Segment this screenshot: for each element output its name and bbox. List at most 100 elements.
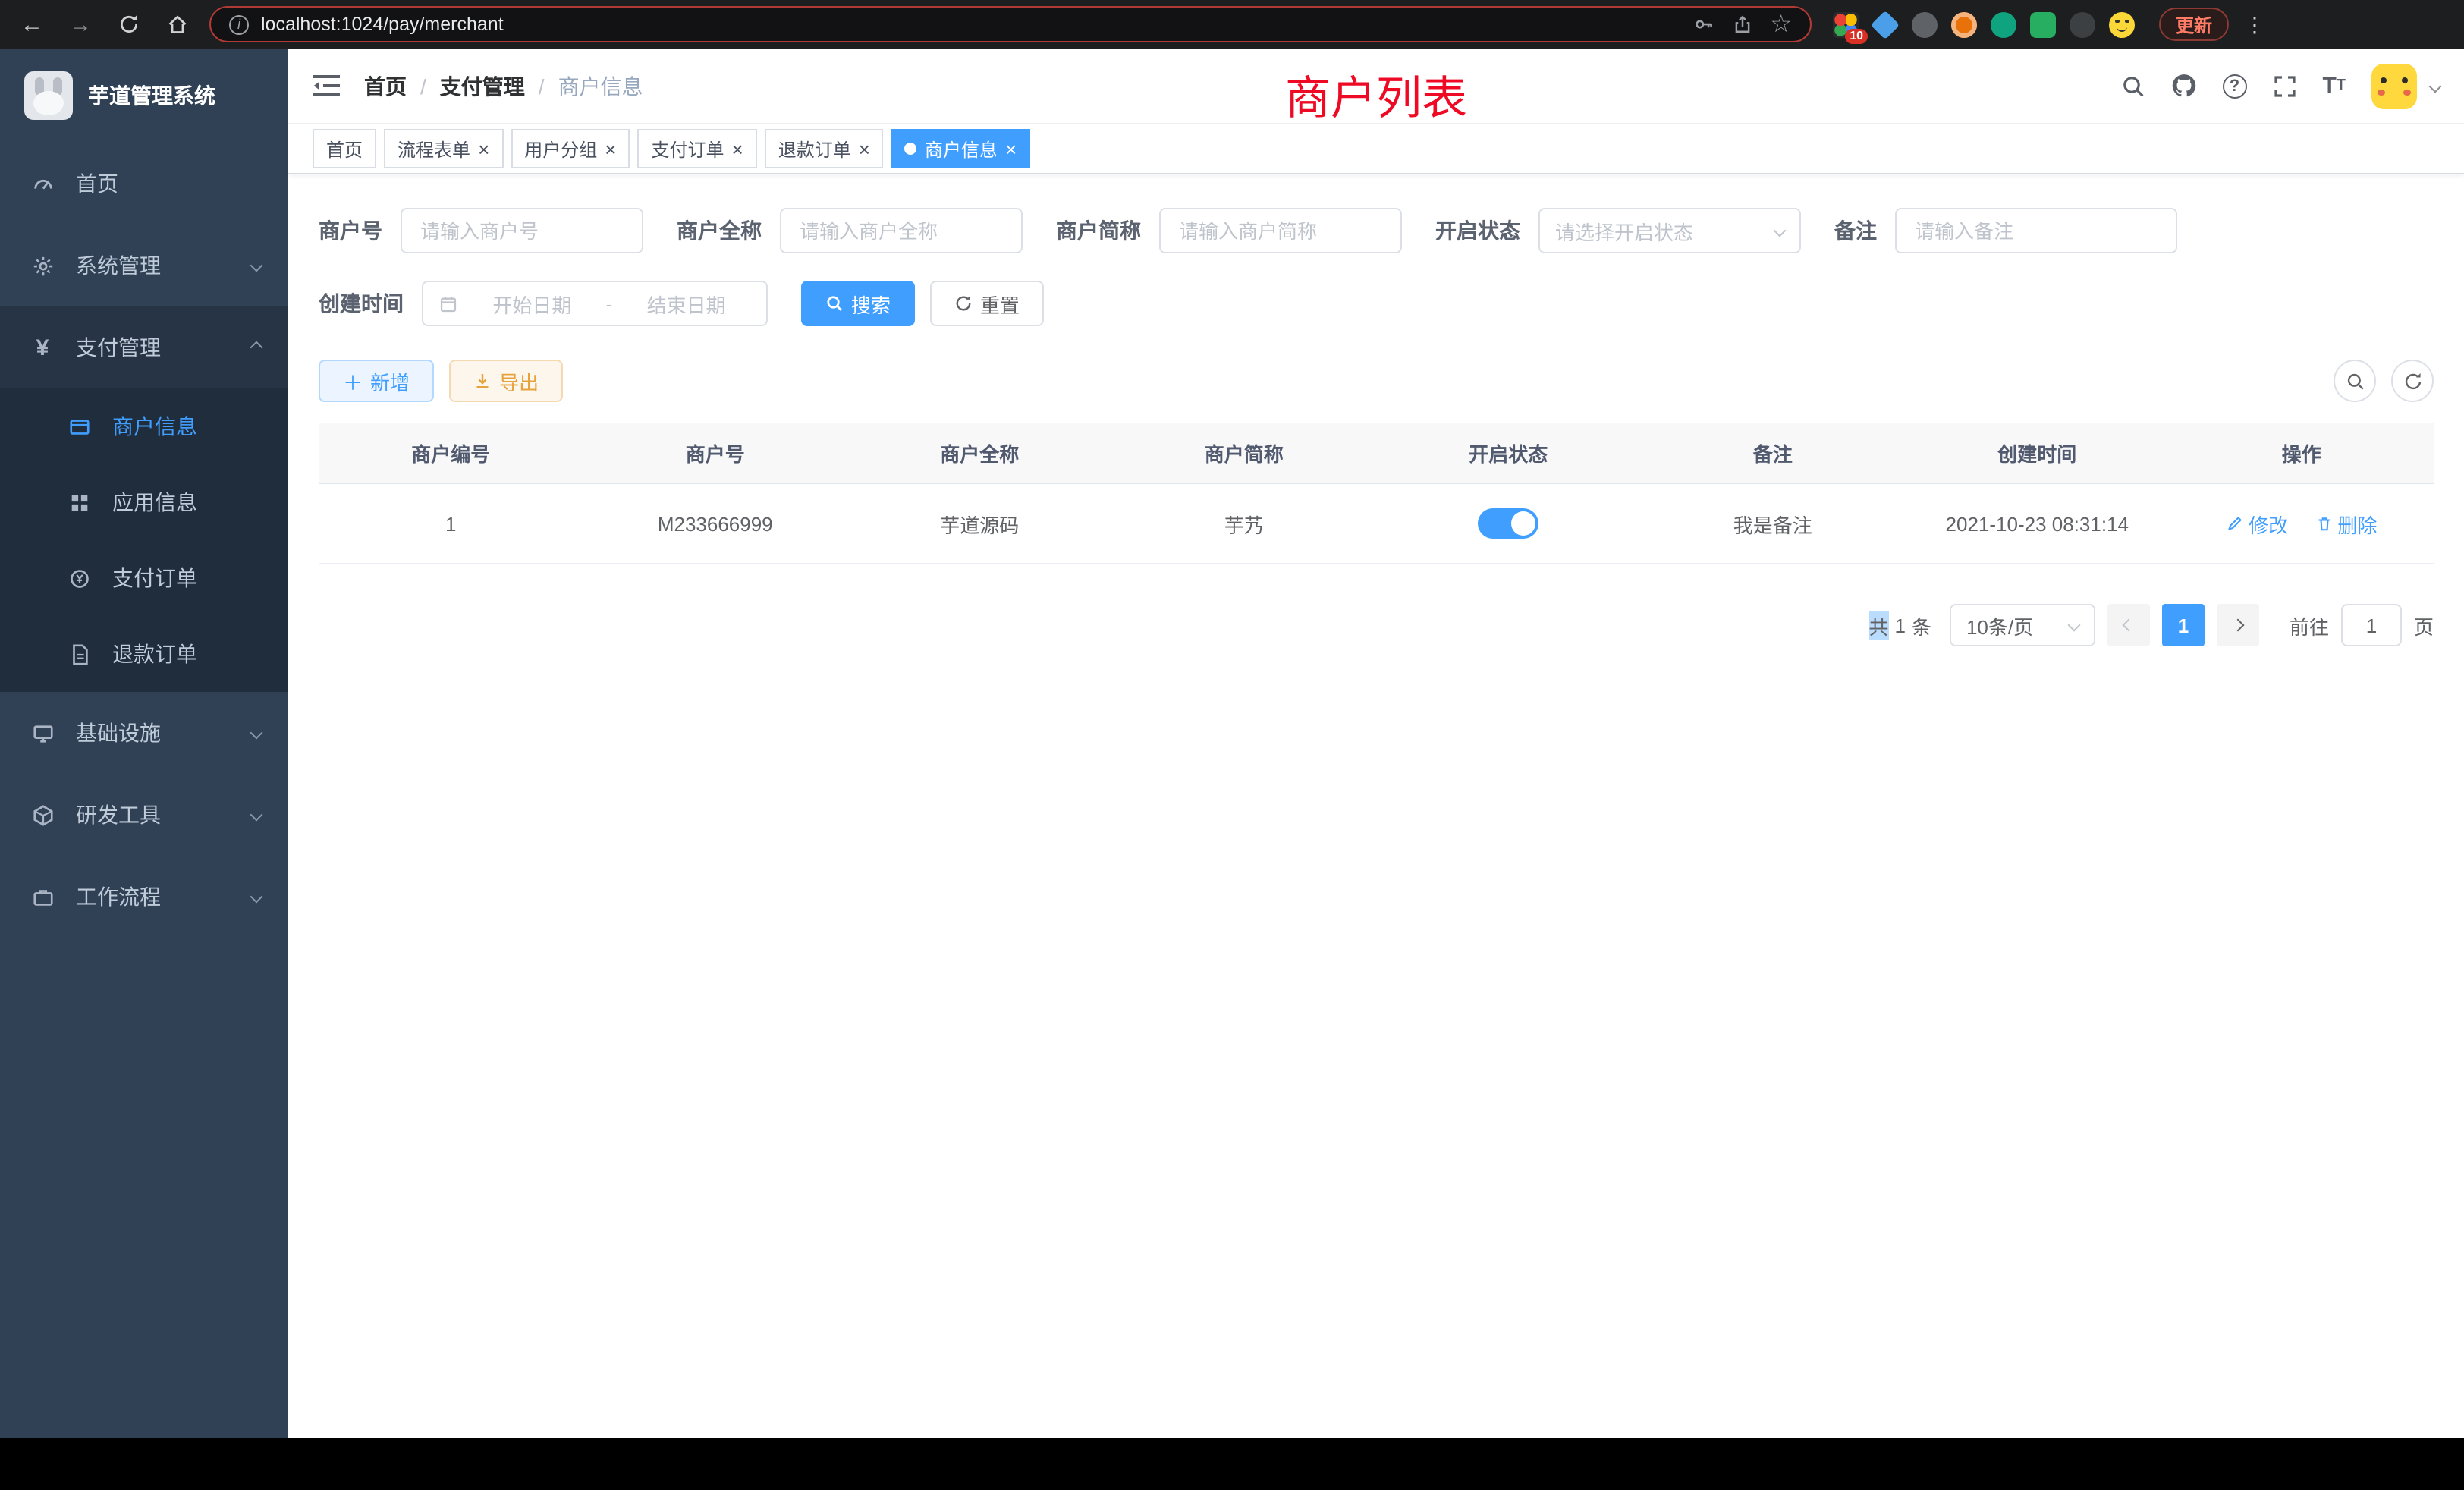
extension-knot-icon[interactable] [2070, 11, 2095, 37]
select-placeholder: 请选择开启状态 [1555, 216, 1693, 245]
breadcrumb-separator: / [539, 74, 545, 98]
password-key-icon[interactable] [1692, 14, 1714, 35]
prev-page-button[interactable] [2107, 604, 2150, 646]
top-navbar: 首页 / 支付管理 / 商户信息 ? [288, 49, 2464, 124]
font-size-icon[interactable]: TT [2322, 73, 2346, 99]
extension-smiley-icon[interactable] [2109, 11, 2135, 37]
sidebar-item-merchant-info[interactable]: 商户信息 [0, 388, 288, 464]
cell-merchant-no: M233666999 [583, 483, 848, 564]
tab-pay-order[interactable]: 支付订单 × [637, 129, 756, 168]
page-1-button[interactable]: 1 [2162, 604, 2205, 646]
chrome-update-button[interactable]: 更新 [2159, 8, 2229, 41]
breadcrumb-payment[interactable]: 支付管理 [440, 71, 525, 101]
back-icon[interactable]: ← [15, 8, 49, 41]
toggle-search-icon[interactable] [2334, 360, 2376, 402]
extension-green-icon[interactable] [1991, 11, 2016, 37]
goto-label: 前往 [2290, 611, 2329, 640]
refresh-icon[interactable] [2391, 360, 2434, 402]
search-button-label: 搜索 [851, 289, 891, 318]
forward-icon[interactable]: → [64, 8, 97, 41]
export-button[interactable]: 导出 [449, 360, 563, 402]
close-icon[interactable]: × [859, 139, 870, 159]
filter-row-2: 创建时间 开始日期 - 结束日期 搜索 [319, 281, 2434, 326]
document-icon [64, 643, 94, 665]
reset-button[interactable]: 重置 [930, 281, 1044, 326]
fullscreen-icon[interactable] [2272, 74, 2296, 98]
sidebar-toggle-icon[interactable] [313, 74, 340, 97]
col-header-full-name: 商户全称 [847, 423, 1112, 483]
sidebar-item-payment[interactable]: ¥ 支付管理 [0, 306, 288, 388]
search-icon[interactable] [2120, 74, 2145, 98]
search-button[interactable]: 搜索 [801, 281, 915, 326]
chevron-left-icon [2122, 619, 2135, 632]
tab-home[interactable]: 首页 [313, 129, 376, 168]
sidebar-item-label: 研发工具 [76, 800, 161, 830]
short-name-input[interactable] [1159, 208, 1402, 253]
bookmark-star-icon[interactable]: ☆ [1770, 9, 1792, 39]
filter-short-name: 商户简称 [1056, 208, 1402, 253]
browser-menu-icon[interactable]: ⋮ [2244, 11, 2265, 37]
address-bar[interactable]: i localhost:1024/pay/merchant ☆ [209, 6, 1812, 42]
sidebar-item-home[interactable]: 首页 [0, 143, 288, 225]
share-icon[interactable] [1732, 14, 1752, 35]
extension-green-square-icon[interactable] [2030, 11, 2056, 37]
next-page-button[interactable] [2217, 604, 2259, 646]
sidebar-item-infrastructure[interactable]: 基础设施 [0, 692, 288, 774]
sidebar-item-refund-order[interactable]: 退款订单 [0, 616, 288, 692]
close-icon[interactable]: × [605, 139, 616, 159]
edit-link-label: 修改 [2249, 509, 2288, 538]
status-select[interactable]: 请选择开启状态 [1538, 208, 1801, 253]
close-icon[interactable]: × [478, 139, 489, 159]
extension-orange-icon[interactable] [1951, 11, 1977, 37]
sidebar-item-label: 基础设施 [76, 718, 161, 748]
cell-create-time: 2021-10-23 08:31:14 [1905, 483, 2170, 564]
extension-diamond-icon[interactable] [1871, 10, 1900, 39]
app-logo[interactable]: 芋道管理系统 [0, 49, 288, 143]
close-icon[interactable]: × [1005, 139, 1017, 159]
page-size-select[interactable]: 10条/页 [1950, 604, 2095, 646]
status-toggle[interactable] [1478, 508, 1538, 539]
breadcrumb-home[interactable]: 首页 [364, 71, 407, 101]
main-area: 商户列表 首页 / 支付管理 / 商户信息 [288, 49, 2464, 1438]
calendar-icon [438, 294, 458, 313]
close-icon[interactable]: × [732, 139, 743, 159]
goto-page-input[interactable] [2341, 604, 2402, 646]
sidebar-item-system[interactable]: 系统管理 [0, 225, 288, 306]
user-avatar[interactable] [2371, 63, 2417, 108]
merchant-no-input[interactable] [401, 208, 643, 253]
date-range-picker[interactable]: 开始日期 - 结束日期 [422, 281, 768, 326]
extension-grid-icon[interactable]: 10 [1833, 11, 1859, 37]
filter-remark: 备注 [1834, 208, 2177, 253]
help-icon[interactable]: ? [2222, 74, 2246, 98]
tab-user-group[interactable]: 用户分组 × [511, 129, 630, 168]
tab-refund-order[interactable]: 退款订单 × [765, 129, 884, 168]
reload-icon[interactable] [112, 8, 146, 41]
coin-icon [64, 567, 94, 589]
page-content: 商户号 商户全称 商户简称 开启状态 请选择开启状态 [288, 174, 2464, 1438]
remark-input[interactable] [1895, 208, 2177, 253]
home-icon[interactable] [161, 8, 194, 41]
col-header-remark: 备注 [1641, 423, 1906, 483]
full-name-input[interactable] [780, 208, 1023, 253]
cell-actions: 修改 删除 [2170, 483, 2434, 564]
github-icon[interactable] [2170, 73, 2196, 99]
delete-link[interactable]: 删除 [2315, 509, 2377, 538]
tab-process-form[interactable]: 流程表单 × [384, 129, 503, 168]
add-button[interactable]: ＋ 新增 [319, 360, 434, 402]
browser-toolbar: ← → i localhost:1024/pay/merchant ☆ 10 [0, 0, 2464, 49]
chevron-down-icon [2067, 619, 2080, 632]
col-header-id: 商户编号 [319, 423, 583, 483]
edit-link[interactable]: 修改 [2226, 509, 2288, 538]
avatar-caret-icon[interactable] [2429, 80, 2442, 93]
sidebar-item-app-info[interactable]: 应用信息 [0, 464, 288, 540]
sidebar-item-label: 系统管理 [76, 250, 161, 281]
site-info-icon[interactable]: i [229, 14, 249, 34]
tab-merchant-info[interactable]: 商户信息 × [891, 129, 1030, 168]
extension-dark-icon[interactable] [1912, 11, 1938, 37]
navbar-actions: ? TT [2120, 63, 2440, 108]
sidebar-item-workflow[interactable]: 工作流程 [0, 856, 288, 938]
sidebar-item-dev-tools[interactable]: 研发工具 [0, 774, 288, 856]
box-icon [27, 803, 58, 826]
sidebar-item-pay-order[interactable]: 支付订单 [0, 540, 288, 616]
date-separator: - [606, 292, 613, 315]
